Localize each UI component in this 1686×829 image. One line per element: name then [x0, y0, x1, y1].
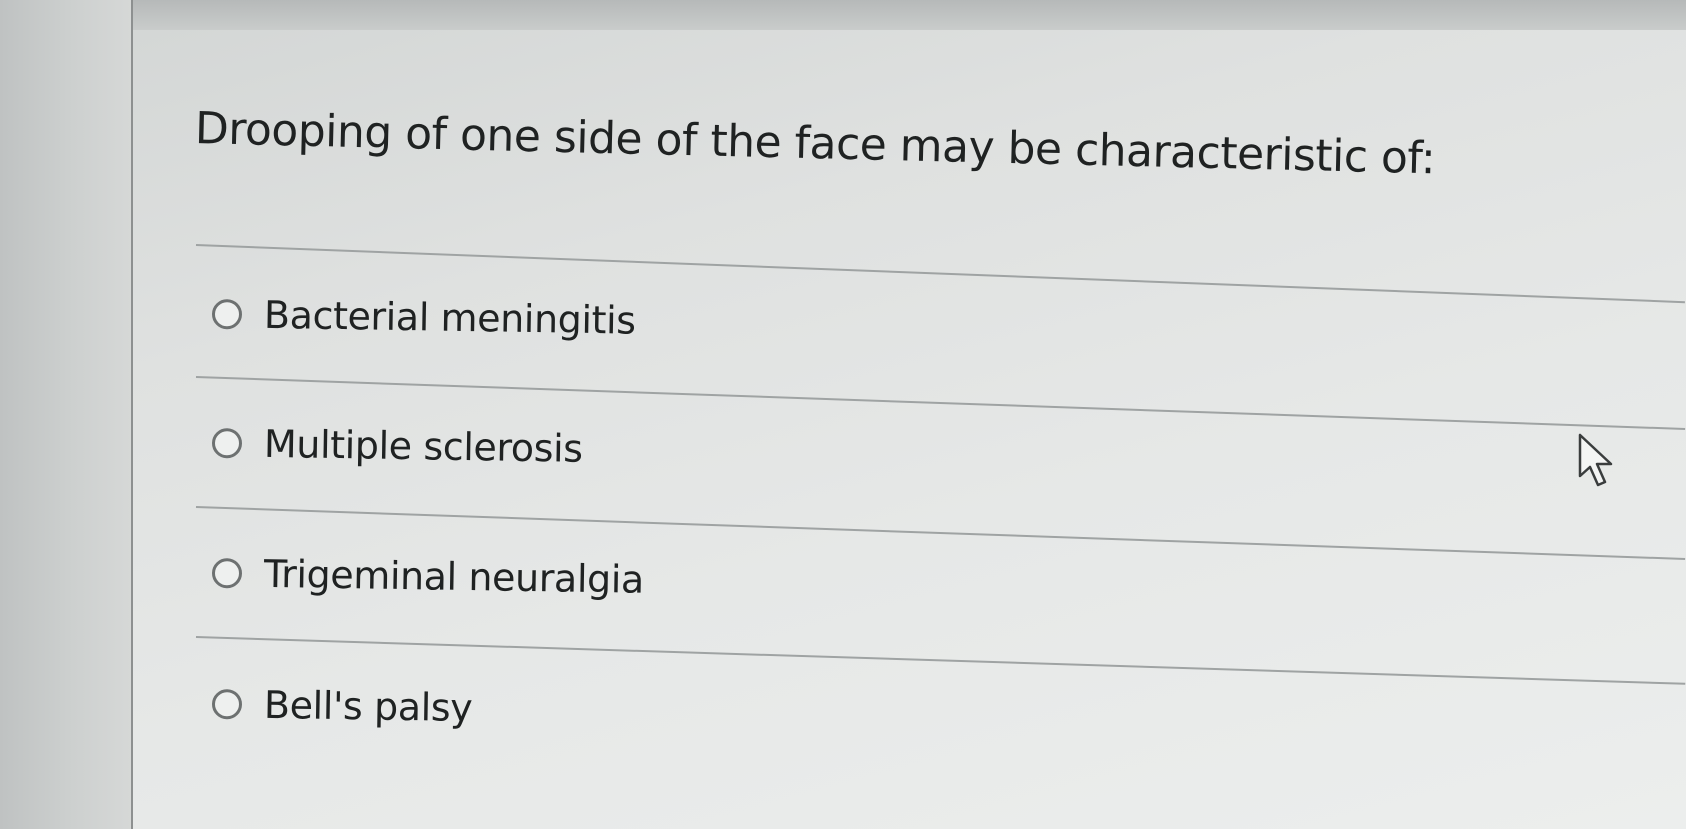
radio-unselected-icon[interactable]	[211, 299, 243, 330]
option-multiple-sclerosis[interactable]: Multiple sclerosis	[211, 421, 583, 471]
option-label: Bacterial meningitis	[263, 292, 636, 343]
radio-unselected-icon[interactable]	[211, 558, 243, 589]
option-bacterial-meningitis[interactable]: Bacterial meningitis	[211, 292, 636, 343]
top-edge	[133, 0, 1686, 30]
mouse-pointer-icon	[1578, 433, 1613, 487]
option-label: Bell's palsy	[263, 682, 473, 731]
left-border	[131, 0, 133, 829]
option-label: Multiple sclerosis	[263, 421, 583, 471]
option-label: Trigeminal neuralgia	[263, 551, 645, 602]
radio-unselected-icon[interactable]	[211, 428, 243, 459]
left-margin	[0, 0, 133, 829]
radio-unselected-icon[interactable]	[211, 689, 243, 720]
option-trigeminal-neuralgia[interactable]: Trigeminal neuralgia	[211, 551, 645, 602]
option-bells-palsy[interactable]: Bell's palsy	[211, 682, 473, 731]
